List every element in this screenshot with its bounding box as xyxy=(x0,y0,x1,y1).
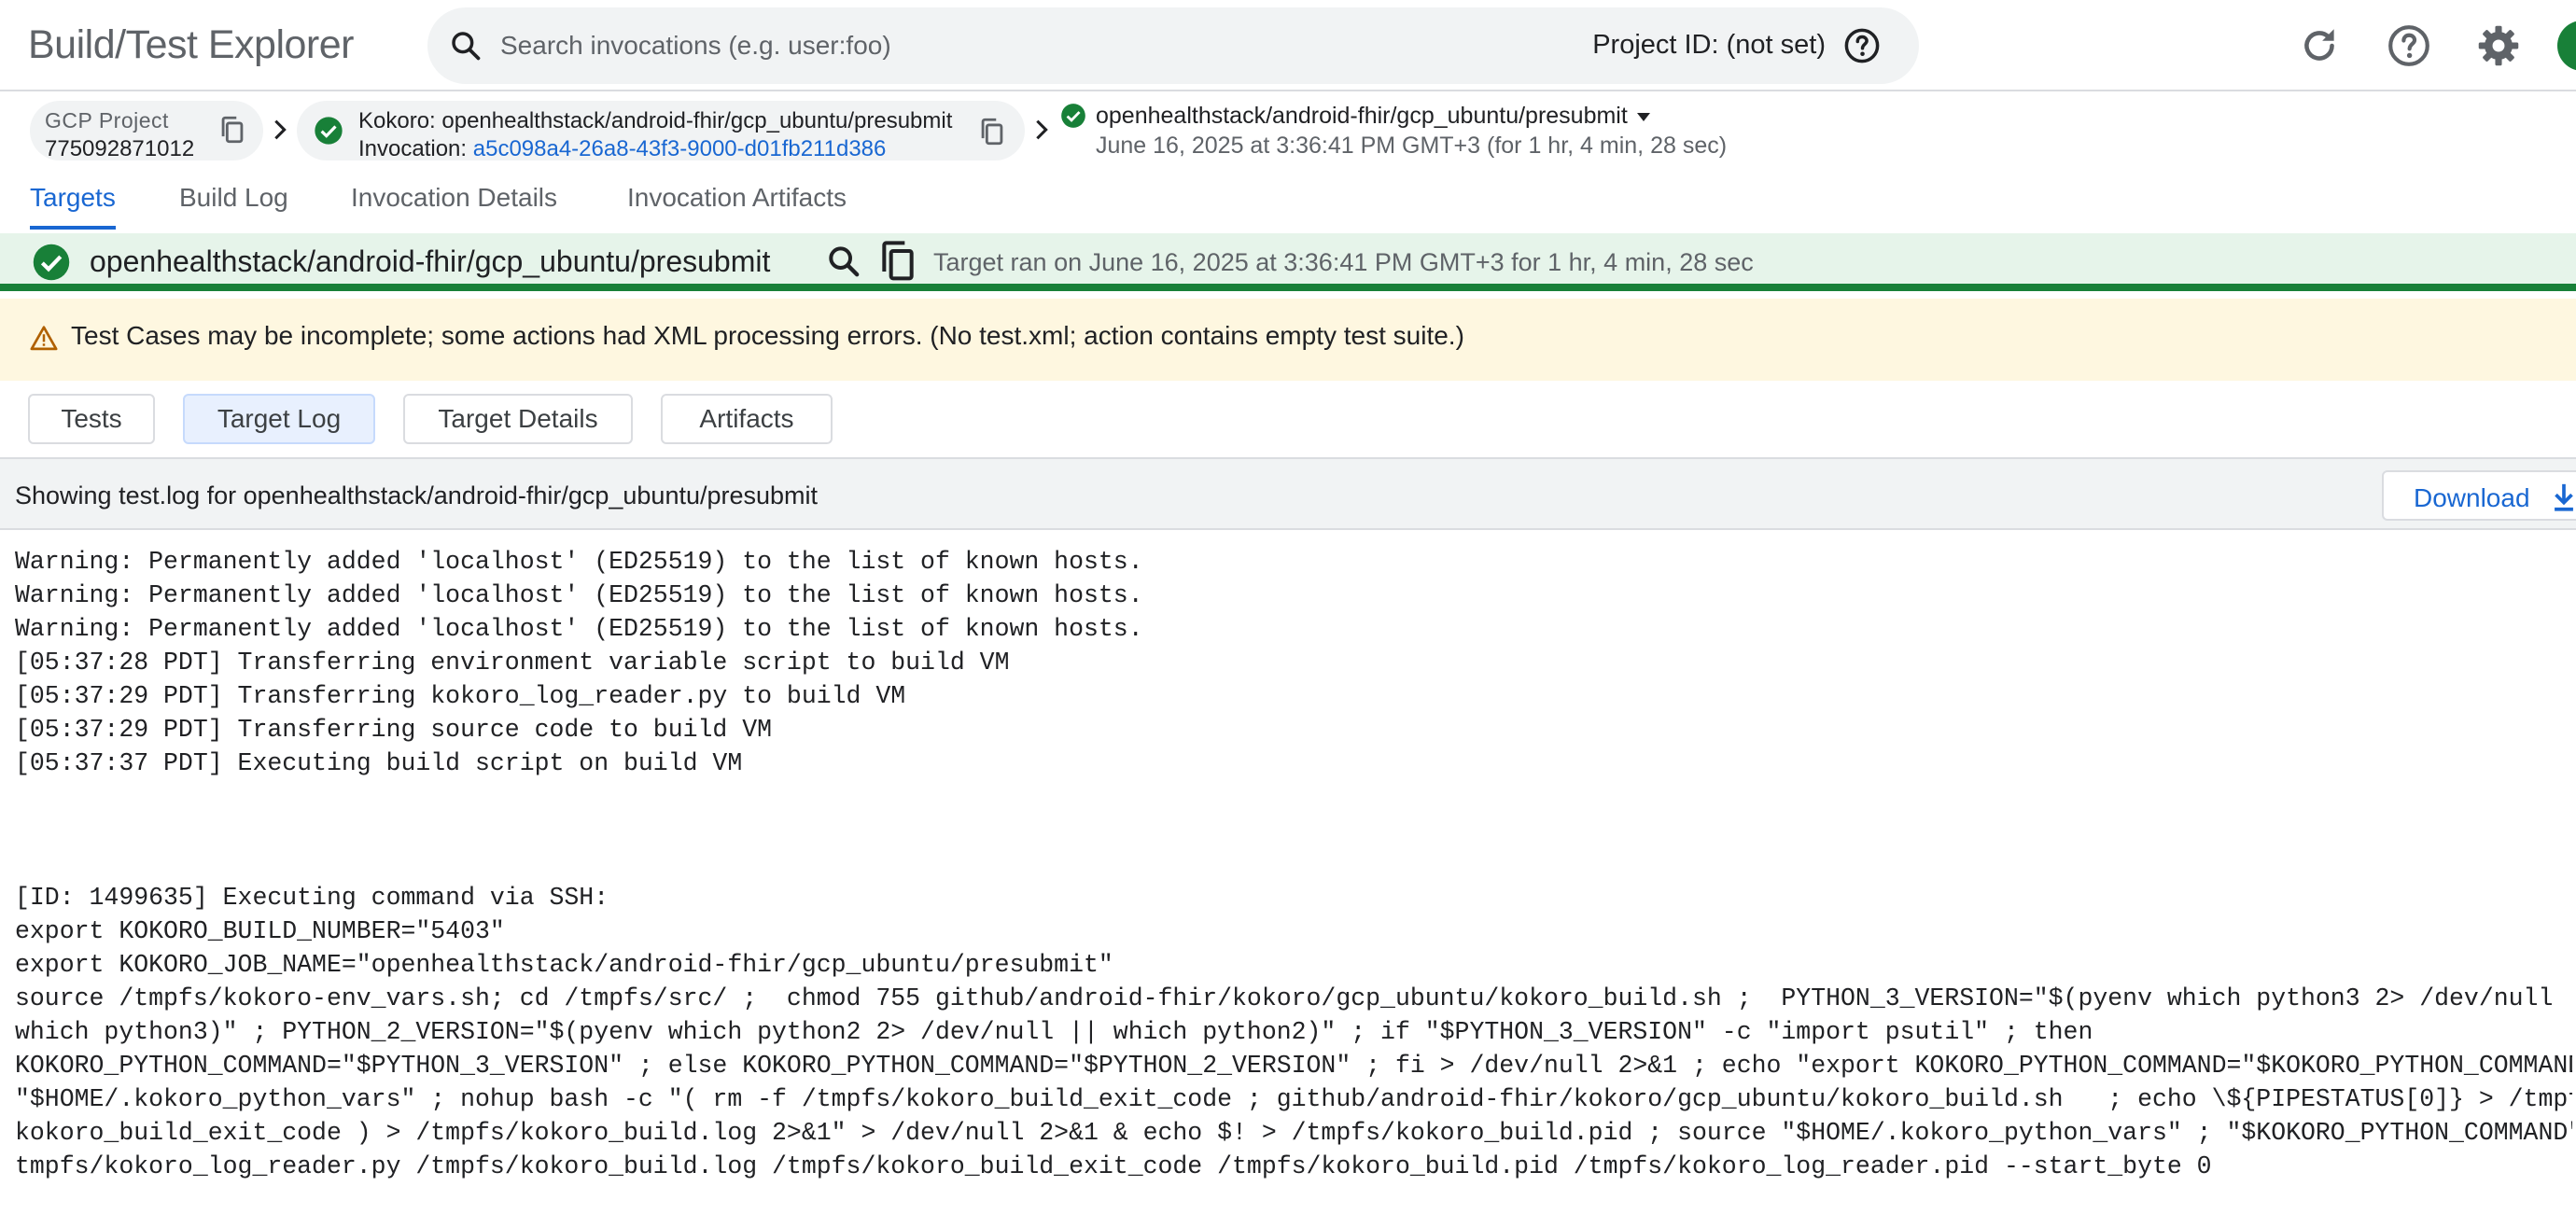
log-line: export KOKORO_JOB_NAME="openhealthstack/… xyxy=(15,951,1113,979)
refresh-icon[interactable] xyxy=(2296,22,2343,69)
warning-banner: Test Cases may be incomplete; some actio… xyxy=(0,299,2576,381)
target-copy-icon[interactable] xyxy=(877,239,918,284)
avatar[interactable] xyxy=(2557,21,2576,71)
invocation-id-line: Invocation: a5c098a4-26a8-43f3-9000-d01f… xyxy=(358,136,886,162)
invocation-id-link[interactable]: a5c098a4-26a8-43f3-9000-d01fb211d386 xyxy=(473,136,887,161)
log-line: [05:37:37 PDT] Executing build script on… xyxy=(15,749,743,777)
copy-invocation-icon[interactable] xyxy=(976,116,1008,147)
log-showing-text: Showing test.log for openhealthstack/and… xyxy=(15,481,819,509)
target-time: June 16, 2025 at 3:36:41 PM GMT+3 (for 1… xyxy=(1096,133,1728,159)
log-line: source /tmpfs/kokoro-env_vars.sh; cd /tm… xyxy=(15,984,2572,1012)
help-icon[interactable] xyxy=(2386,22,2432,69)
search-icon xyxy=(452,32,481,61)
warning-text: Test Cases may be incomplete; some actio… xyxy=(71,321,1464,350)
subtab-target-details[interactable]: Target Details xyxy=(403,394,633,444)
gcp-project-label: GCP Project xyxy=(45,108,169,133)
log-line: export KOKORO_BUILD_NUMBER="5403" xyxy=(15,917,505,945)
target-ran-text: Target ran on June 16, 2025 at 3:36:41 P… xyxy=(933,248,1754,276)
log-toolbar: Showing test.log for openhealthstack/and… xyxy=(0,457,2576,530)
target-search-icon[interactable] xyxy=(825,243,862,280)
download-label: Download xyxy=(2414,483,2530,512)
chevron-right-icon xyxy=(274,119,287,140)
log-line: which python3)" ; PYTHON_2_VERSION="$(py… xyxy=(15,1018,2093,1046)
settings-icon[interactable] xyxy=(2475,22,2522,69)
log-content[interactable]: Warning: Permanently added 'localhost' (… xyxy=(15,545,2572,1228)
app-bar: Build/Test Explorer Project ID: (not set… xyxy=(0,0,2576,91)
log-line: kokoro_build_exit_code ) > /tmpfs/kokoro… xyxy=(15,1119,2572,1147)
log-line: "$HOME/.kokoro_python_vars" ; nohup bash… xyxy=(15,1085,2572,1113)
project-help-icon[interactable] xyxy=(1842,26,1882,65)
invocation-chip[interactable]: Kokoro: openhealthstack/android-fhir/gcp… xyxy=(297,101,1025,162)
tab-invocation-artifacts[interactable]: Invocation Artifacts xyxy=(627,183,847,226)
target-status-check-icon xyxy=(33,244,70,281)
invocation-title: Kokoro: openhealthstack/android-fhir/gcp… xyxy=(358,108,953,133)
gcp-project-number: 775092871012 xyxy=(45,136,195,161)
subtab-artifacts[interactable]: Artifacts xyxy=(661,394,833,444)
target-subtabs: Tests Target Log Target Details Artifact… xyxy=(0,392,2576,448)
log-line: Warning: Permanently added 'localhost' (… xyxy=(15,581,1143,609)
breadcrumb: GCP Project 775092871012 Kokoro: openhea… xyxy=(0,93,2576,168)
log-line: KOKORO_PYTHON_COMMAND="$PYTHON_3_VERSION… xyxy=(15,1052,2572,1080)
app-title[interactable]: Build/Test Explorer xyxy=(28,22,355,68)
invocation-label: Invocation: xyxy=(358,136,473,161)
log-line: [05:37:29 PDT] Transferring kokoro_log_r… xyxy=(15,682,906,710)
search-input[interactable] xyxy=(500,24,1434,67)
target-selector[interactable]: openhealthstack/android-fhir/gcp_ubuntu/… xyxy=(1096,103,1650,130)
warning-icon xyxy=(30,326,58,351)
target-header: openhealthstack/android-fhir/gcp_ubuntu/… xyxy=(0,233,2576,291)
target-check-icon xyxy=(1061,104,1085,128)
subtab-tests[interactable]: Tests xyxy=(28,394,155,444)
log-line: tmpfs/kokoro_log_reader.py /tmpfs/kokoro… xyxy=(15,1152,2212,1180)
log-line: Warning: Permanently added 'localhost' (… xyxy=(15,615,1143,643)
target-selector-label: openhealthstack/android-fhir/gcp_ubuntu/… xyxy=(1096,103,1628,129)
subtab-target-log[interactable]: Target Log xyxy=(183,394,375,444)
tab-targets[interactable]: Targets xyxy=(30,183,116,230)
log-line: Warning: Permanently added 'localhost' (… xyxy=(15,548,1143,576)
download-icon xyxy=(2555,483,2573,511)
copy-icon[interactable] xyxy=(217,114,248,146)
search-box[interactable]: Project ID: (not set) xyxy=(427,7,1919,84)
gcp-project-chip[interactable]: GCP Project 775092871012 xyxy=(30,101,263,161)
main-tabs: Targets Build Log Invocation Details Inv… xyxy=(0,177,2576,231)
caret-down-icon xyxy=(1636,112,1650,121)
download-button[interactable]: Download xyxy=(2382,470,2576,521)
check-circle-icon xyxy=(315,117,343,145)
tab-build-log[interactable]: Build Log xyxy=(179,183,288,226)
log-line: [ID: 1499635] Executing command via SSH: xyxy=(15,884,609,912)
tab-invocation-details[interactable]: Invocation Details xyxy=(351,183,557,226)
log-line: [05:37:29 PDT] Transferring source code … xyxy=(15,716,773,744)
log-line: [05:37:28 PDT] Transferring environment … xyxy=(15,649,1010,677)
project-id-label[interactable]: Project ID: (not set) xyxy=(1592,30,1826,61)
target-title: openhealthstack/android-fhir/gcp_ubuntu/… xyxy=(90,244,771,278)
chevron-right-icon xyxy=(1036,119,1048,140)
